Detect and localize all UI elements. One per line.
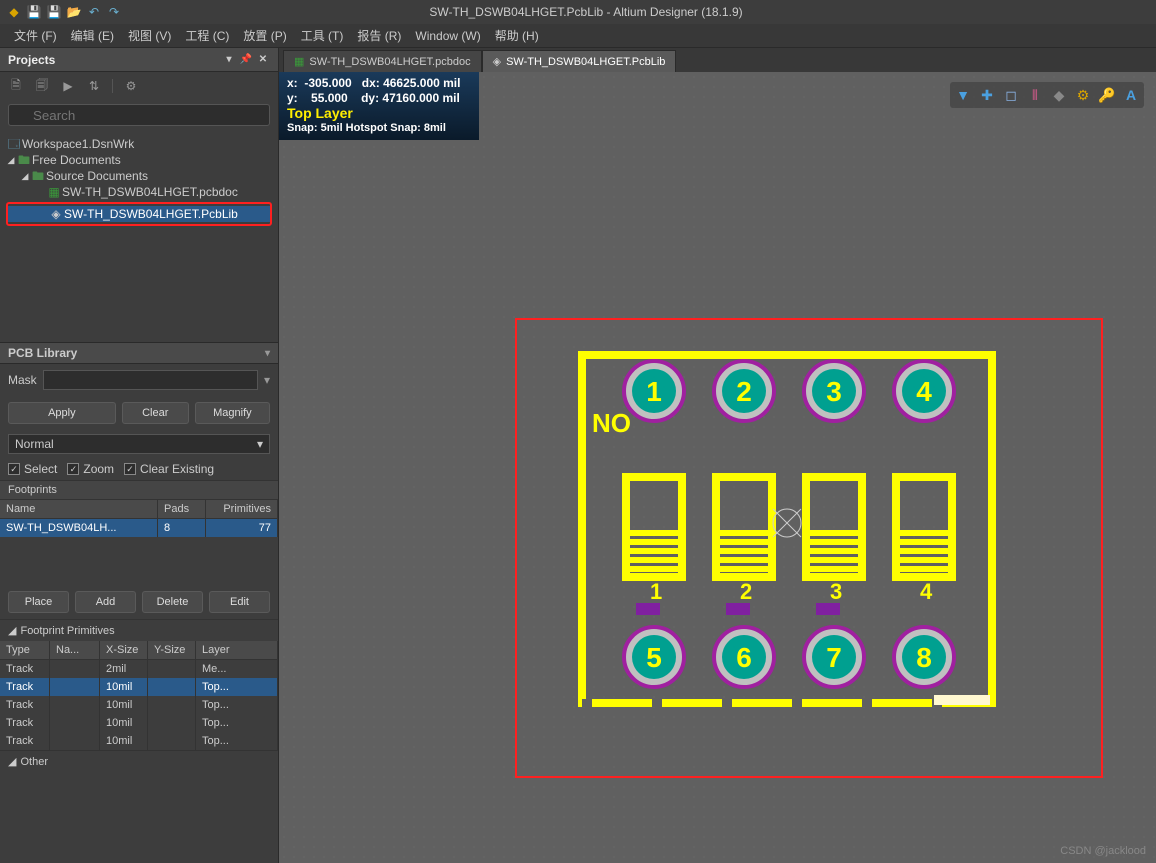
svg-text:4: 4	[920, 579, 933, 604]
menu-help[interactable]: 帮助 (H)	[489, 25, 545, 46]
clear-existing-checkbox[interactable]: ✓Clear Existing	[124, 462, 214, 476]
view-toolbar: ▼ ✚ ◻ ⫴ ◆ ⚙ 🔑 A	[950, 82, 1144, 108]
other-header[interactable]: ◢Other	[0, 750, 278, 772]
menu-project[interactable]: 工程 (C)	[179, 25, 235, 46]
svg-text:4: 4	[916, 376, 932, 407]
footprints-label: Footprints	[0, 480, 278, 500]
projects-title: Projects	[8, 53, 55, 67]
menu-report[interactable]: 报告 (R)	[351, 25, 407, 46]
projects-header: Projects ▾ 📌 ✕	[0, 48, 278, 72]
svg-text:1: 1	[650, 579, 662, 604]
pcb-footprint-drawing: NO 1 2 3 4 1 2 3 4 5 6 7 8	[574, 347, 1014, 717]
filter-icon[interactable]: ▼	[953, 85, 973, 105]
menu-place[interactable]: 放置 (P)	[237, 25, 292, 46]
redo-icon[interactable]: ↷	[106, 4, 122, 20]
tab-pcbdoc[interactable]: ▦SW-TH_DSWB04LHGET.pcbdoc	[283, 50, 482, 72]
delete-button[interactable]: Delete	[142, 591, 203, 613]
footprint-row[interactable]: SW-TH_DSWB04LH... 8 77	[0, 519, 278, 537]
projects-toolbar: 🗎 🗐 ▶ ⇅ ⚙	[0, 72, 278, 100]
vcs-icon[interactable]: ⇅	[86, 78, 102, 94]
svg-text:6: 6	[736, 642, 752, 673]
svg-text:2: 2	[736, 376, 752, 407]
compile-icon[interactable]: ▶	[60, 78, 76, 94]
menu-view[interactable]: 视图 (V)	[122, 25, 177, 46]
tab-pcblib[interactable]: ◈SW-TH_DSWB04LHGET.PcbLib	[482, 50, 677, 72]
svg-text:3: 3	[826, 376, 842, 407]
tree-source-docs[interactable]: ◢🖿Source Documents	[6, 168, 272, 184]
search-input[interactable]	[8, 104, 270, 126]
new-doc-icon[interactable]: 🗎	[8, 78, 24, 94]
menu-tools[interactable]: 工具 (T)	[295, 25, 350, 46]
crosshair-icon[interactable]: ✚	[977, 85, 997, 105]
gear-icon[interactable]: ⚙	[1073, 85, 1093, 105]
menu-window[interactable]: Window (W)	[409, 27, 486, 45]
text-icon[interactable]: A	[1121, 85, 1141, 105]
copy-icon[interactable]: 🗐	[34, 78, 50, 94]
mode-combo[interactable]: Normal▾	[8, 434, 270, 454]
apply-button[interactable]: Apply	[8, 402, 116, 424]
svg-text:5: 5	[646, 642, 662, 673]
clear-button[interactable]: Clear	[122, 402, 189, 424]
primitive-row[interactable]: Track10milTop...	[0, 732, 278, 750]
primitive-row[interactable]: Track2milMe...	[0, 660, 278, 678]
pcblib-dropdown-icon[interactable]: ▾	[265, 348, 270, 359]
tree-doc-pcbdoc[interactable]: ▦SW-TH_DSWB04LHGET.pcbdoc	[6, 184, 272, 200]
watermark: CSDN @jacklood	[1060, 845, 1146, 857]
mask-label: Mask	[8, 373, 37, 387]
select-rect-icon[interactable]: ◻	[1001, 85, 1021, 105]
title-bar: ◆ 💾 💾 📂 ↶ ↷ SW-TH_DSWB04LHGET.PcbLib - A…	[0, 0, 1156, 24]
primitive-row[interactable]: Track10milTop...	[0, 696, 278, 714]
undo-icon[interactable]: ↶	[86, 4, 102, 20]
primitive-row[interactable]: Track10milTop...	[0, 714, 278, 732]
tree-workspace[interactable]: 🗔Workspace1.DsnWrk	[6, 136, 272, 152]
add-button[interactable]: Add	[75, 591, 136, 613]
menu-bar: 文件 (F) 编辑 (E) 视图 (V) 工程 (C) 放置 (P) 工具 (T…	[0, 24, 1156, 48]
pcb-canvas[interactable]: x: -305.000 dx: 46625.000 mil y: 55.000 …	[279, 72, 1156, 863]
chevron-down-icon: ▾	[257, 437, 263, 451]
save-all-icon[interactable]: 💾	[46, 4, 62, 20]
panel-dropdown-icon[interactable]: ▾	[222, 53, 236, 67]
pcblib-header: PCB Library ▾	[0, 342, 278, 364]
key-icon[interactable]: 🔑	[1097, 85, 1117, 105]
save-icon[interactable]: 💾	[26, 4, 42, 20]
tree-free-docs[interactable]: ◢🖿Free Documents	[6, 152, 272, 168]
settings-icon[interactable]: ⚙	[123, 78, 139, 94]
menu-edit[interactable]: 编辑 (E)	[65, 25, 120, 46]
canvas-area: ▦SW-TH_DSWB04LHGET.pcbdoc ◈SW-TH_DSWB04L…	[279, 48, 1156, 863]
window-title: SW-TH_DSWB04LHGET.PcbLib - Altium Design…	[122, 5, 1050, 19]
footprint-primitives-header[interactable]: ◢Footprint Primitives	[0, 619, 278, 641]
magnify-button[interactable]: Magnify	[195, 402, 270, 424]
select-checkbox[interactable]: ✓Select	[8, 462, 57, 476]
place-button[interactable]: Place	[8, 591, 69, 613]
heads-up-display: x: -305.000 dx: 46625.000 mil y: 55.000 …	[279, 72, 479, 140]
panel-pin-icon[interactable]: 📌	[239, 53, 253, 67]
tree-doc-pcblib[interactable]: ◈SW-TH_DSWB04LHGET.PcbLib	[8, 206, 270, 222]
svg-text:NO: NO	[592, 408, 631, 438]
svg-text:7: 7	[826, 642, 842, 673]
edit-button[interactable]: Edit	[209, 591, 270, 613]
left-panel: Projects ▾ 📌 ✕ 🗎 🗐 ▶ ⇅ ⚙ 🔍 🗔Workspace1.D…	[0, 48, 279, 863]
document-tabs: ▦SW-TH_DSWB04LHGET.pcbdoc ◈SW-TH_DSWB04L…	[279, 48, 1156, 72]
open-icon[interactable]: 📂	[66, 4, 82, 20]
mask-dropdown-icon[interactable]: ▾	[264, 373, 270, 387]
project-tree[interactable]: 🗔Workspace1.DsnWrk ◢🖿Free Documents ◢🖿So…	[0, 130, 278, 232]
primitive-row[interactable]: Track10milTop...	[0, 678, 278, 696]
footprints-grid-header: Name Pads Primitives	[0, 500, 278, 519]
app-icon: ◆	[6, 4, 22, 20]
svg-text:8: 8	[916, 642, 932, 673]
svg-text:2: 2	[740, 579, 752, 604]
svg-text:3: 3	[830, 579, 842, 604]
primitives-grid-header: Type Na... X-Size Y-Size Layer	[0, 641, 278, 660]
menu-file[interactable]: 文件 (F)	[8, 25, 63, 46]
panel-close-icon[interactable]: ✕	[256, 53, 270, 67]
svg-text:1: 1	[646, 376, 662, 407]
align-icon[interactable]: ⫴	[1025, 85, 1045, 105]
clear-icon[interactable]: ◆	[1049, 85, 1069, 105]
mask-input[interactable]	[43, 370, 258, 390]
zoom-checkbox[interactable]: ✓Zoom	[67, 462, 114, 476]
